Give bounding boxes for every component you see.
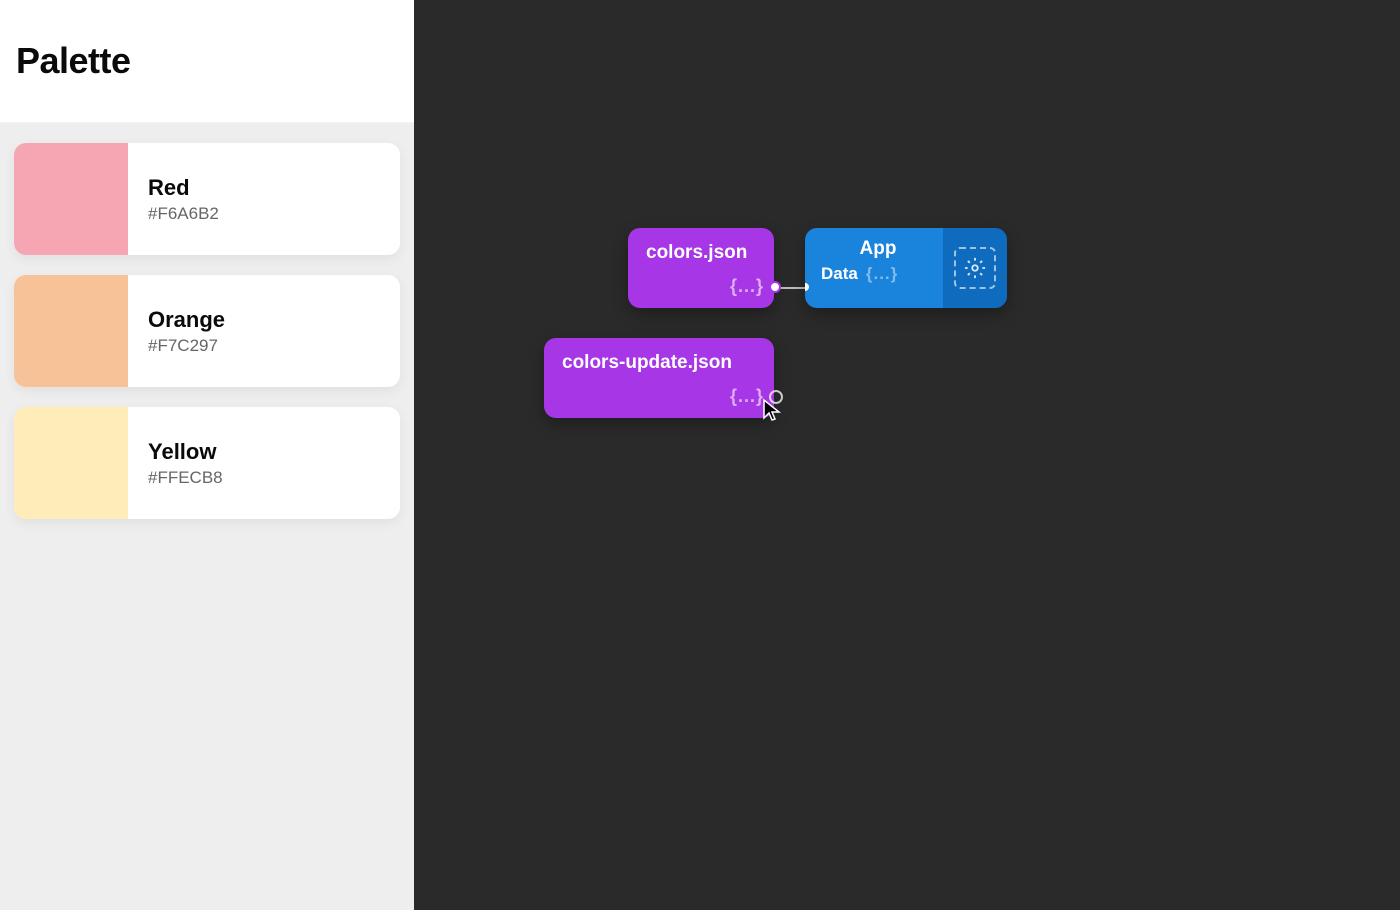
json-input-icon: {...}: [866, 264, 898, 284]
palette-info: Red #F6A6B2: [128, 143, 239, 255]
palette-hex: #F6A6B2: [148, 204, 219, 224]
cursor-pointer-icon: [762, 398, 784, 424]
palette-info: Orange #F7C297: [128, 275, 245, 387]
gear-icon: [964, 257, 986, 279]
palette-hex: #F7C297: [148, 336, 225, 356]
node-title: App: [819, 238, 937, 260]
palette-name: Red: [148, 174, 219, 203]
node-app[interactable]: App Data {...}: [805, 228, 1007, 308]
json-output-icon: {...}: [730, 386, 764, 407]
node-colors-update-json[interactable]: colors-update.json {...}: [544, 338, 774, 418]
palette-card-yellow[interactable]: Yellow #FFECB8: [14, 407, 400, 519]
palette-info: Yellow #FFECB8: [128, 407, 243, 519]
palette-card-red[interactable]: Red #F6A6B2: [14, 143, 400, 255]
palette-sidebar: Palette Red #F6A6B2 Orange #F7C297 Yello…: [0, 0, 414, 910]
node-colors-json[interactable]: colors.json {...}: [628, 228, 774, 308]
output-port[interactable]: [769, 281, 781, 293]
sidebar-title: Palette: [16, 40, 394, 82]
input-port[interactable]: [805, 281, 811, 293]
swatch-red: [14, 143, 128, 255]
app-data-row: Data {...}: [819, 264, 937, 284]
node-title: colors-update.json: [544, 338, 774, 380]
json-output-icon: {...}: [730, 276, 764, 297]
swatch-orange: [14, 275, 128, 387]
node-footer: {...}: [628, 270, 774, 307]
palette-card-orange[interactable]: Orange #F7C297: [14, 275, 400, 387]
data-input-label: Data: [821, 264, 858, 284]
node-title: colors.json: [628, 228, 774, 270]
sidebar-header: Palette: [0, 0, 414, 123]
palette-hex: #FFECB8: [148, 468, 223, 488]
node-canvas[interactable]: colors.json {...} colors-update.json {..…: [414, 0, 1400, 910]
node-footer: {...}: [544, 380, 774, 417]
app-node-body: App Data {...}: [805, 228, 943, 308]
swatch-yellow: [14, 407, 128, 519]
palette-name: Orange: [148, 306, 225, 335]
palette-list: Red #F6A6B2 Orange #F7C297 Yellow #FFECB…: [0, 123, 414, 539]
palette-name: Yellow: [148, 438, 223, 467]
app-preview-slot[interactable]: [943, 228, 1007, 308]
app-placeholder-icon: [954, 247, 996, 289]
